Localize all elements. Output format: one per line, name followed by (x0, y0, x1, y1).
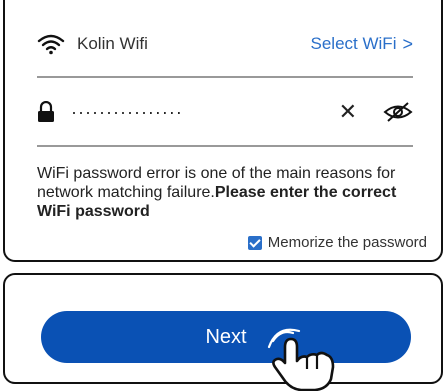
wifi-row: Kolin Wifi Select WiFi > (37, 24, 413, 64)
wifi-icon (37, 34, 65, 55)
hand-pointer-icon (267, 328, 335, 391)
password-input[interactable]: ················ (71, 102, 183, 123)
lock-icon (38, 101, 54, 122)
select-wifi-link[interactable]: Select WiFi > (311, 34, 413, 55)
memorize-password[interactable]: Memorize the password (247, 234, 427, 251)
wifi-ssid: Kolin Wifi (77, 34, 148, 53)
next-button-label: Next (205, 325, 247, 348)
chevron-right-icon: > (402, 33, 413, 54)
wifi-settings-card: Kolin Wifi Select WiFi > ···············… (3, 0, 443, 262)
next-button[interactable]: Next (41, 311, 411, 363)
password-row[interactable]: ················ ✕ (37, 92, 413, 132)
action-card: Next (3, 273, 443, 391)
eye-off-icon[interactable] (383, 101, 413, 123)
select-wifi-label: Select WiFi (310, 34, 397, 53)
memorize-label: Memorize the password (267, 234, 427, 251)
close-icon[interactable]: ✕ (339, 99, 357, 125)
memorize-checkbox[interactable] (247, 235, 262, 250)
password-hint: WiFi password error is one of the main r… (37, 164, 421, 221)
divider (37, 145, 413, 147)
divider (37, 76, 413, 78)
